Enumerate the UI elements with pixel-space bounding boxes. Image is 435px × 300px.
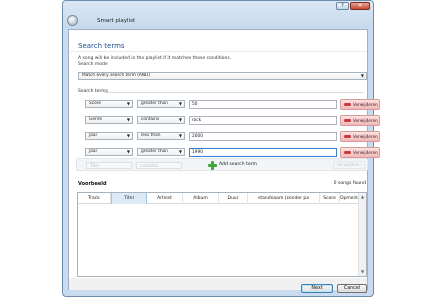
remove-label: Verwijderen — [353, 134, 378, 139]
search-mode-value: Match every search term (AND) — [82, 73, 151, 78]
placeholder-remove-button: Verwijderen — [333, 161, 365, 169]
field-value: Jaar — [89, 149, 98, 154]
dialog-content: Search terms A song will be included in … — [68, 29, 380, 293]
divider — [69, 51, 367, 52]
operator-value: contains — [141, 117, 160, 122]
songs-found-count: 0 songs found — [333, 181, 366, 186]
minus-icon — [344, 119, 351, 122]
field-value: Score — [89, 101, 102, 106]
column-header[interactable]: Duur — [219, 193, 248, 204]
chevron-down-icon: ▼ — [360, 73, 364, 78]
preview-label: Voorbeeld — [78, 181, 107, 187]
operator-dropdown[interactable]: greater than ▼ — [137, 148, 185, 156]
scroll-up-icon[interactable]: ▲ — [359, 193, 366, 201]
operator-dropdown[interactable]: greater than ▼ — [137, 100, 185, 108]
grid-header: Track Titel Artiest Album Duur standnaam… — [78, 193, 366, 204]
column-header[interactable]: Opmerking — [340, 193, 358, 204]
remove-term-button[interactable]: Verwijderen — [340, 147, 380, 158]
search-mode-dropdown[interactable]: Match every search term (AND) ▼ — [78, 72, 367, 80]
placeholder-operator-dropdown: contains — [136, 162, 182, 169]
field-value: Genre — [89, 117, 103, 122]
plus-icon — [208, 161, 217, 170]
minus-icon — [344, 103, 351, 106]
placeholder-field-dropdown: Titel — [86, 162, 132, 169]
field-dropdown[interactable]: Score ▼ — [85, 100, 133, 108]
header-area: Search terms A song will be included in … — [69, 30, 367, 72]
divider — [104, 92, 364, 93]
vertical-scrollbar[interactable]: ▲ ▼ — [358, 193, 366, 276]
chevron-down-icon: ▼ — [178, 101, 182, 106]
value-input[interactable]: 1990 — [189, 148, 337, 157]
search-term-row: Jaar ▼ less than ▼ 2000 Verwijderen — [78, 130, 380, 142]
column-header[interactable]: Score — [320, 193, 340, 204]
search-term-row: Genre ▼ contains ▼ rock Verwijderen — [78, 114, 380, 126]
new-term-row: Titel contains Add search term Verwijder… — [76, 158, 368, 171]
search-mode-label: Search mode — [78, 62, 108, 67]
section-title: Search terms — [78, 42, 125, 50]
remove-term-button[interactable]: Verwijderen — [340, 131, 380, 142]
remove-term-button[interactable]: Verwijderen — [340, 99, 380, 110]
add-search-term-label: Add search term — [219, 162, 257, 167]
minus-icon — [344, 151, 351, 154]
operator-dropdown[interactable]: contains ▼ — [137, 116, 185, 124]
column-header[interactable]: standnaam (zonder pa — [248, 193, 320, 204]
remove-term-button[interactable]: Verwijderen — [340, 115, 380, 126]
cancel-button[interactable]: Cancel — [337, 284, 367, 293]
search-term-row: Score ▼ greater than ▼ 50 Verwijderen — [78, 98, 380, 110]
footer-bar: Next Cancel — [69, 278, 367, 293]
chevron-down-icon: ▼ — [178, 149, 182, 154]
value-input[interactable]: 50 — [189, 100, 337, 109]
operator-value: less than — [141, 133, 161, 138]
app-icon — [67, 15, 78, 26]
close-button[interactable]: ✕ — [350, 2, 370, 10]
remove-label: Verwijderen — [353, 118, 378, 123]
remove-label: Verwijderen — [353, 150, 378, 155]
remove-label: Verwijderen — [353, 102, 378, 107]
title-bar[interactable]: Smart playlist ? ✕ — [63, 1, 373, 28]
search-term-row: Jaar ▼ greater than ▼ 1990 Verwijderen — [78, 146, 380, 158]
field-dropdown[interactable]: Jaar ▼ — [85, 132, 133, 140]
minus-icon — [344, 135, 351, 138]
chevron-down-icon: ▼ — [126, 133, 130, 138]
column-header[interactable]: Titel — [111, 193, 147, 204]
preview-grid[interactable]: Track Titel Artiest Album Duur standnaam… — [77, 192, 367, 277]
chevron-down-icon: ▼ — [178, 117, 182, 122]
field-dropdown[interactable]: Jaar ▼ — [85, 148, 133, 156]
operator-value: greater than — [141, 149, 168, 154]
value-input[interactable]: 2000 — [189, 132, 337, 141]
field-dropdown[interactable]: Genre ▼ — [85, 116, 133, 124]
next-button[interactable]: Next — [301, 284, 333, 293]
chevron-down-icon: ▼ — [126, 117, 130, 122]
chevron-down-icon: ▼ — [126, 149, 130, 154]
add-search-term-button[interactable]: Add search term — [208, 160, 257, 170]
hint-text: A song will be included in the playlist … — [78, 56, 232, 61]
chevron-down-icon: ▼ — [126, 101, 130, 106]
chevron-down-icon: ▼ — [178, 133, 182, 138]
operator-dropdown[interactable]: less than ▼ — [137, 132, 185, 140]
help-button[interactable]: ? — [336, 2, 349, 10]
smart-playlist-window: Smart playlist ? ✕ Search terms A song w… — [62, 0, 380, 297]
value-input[interactable]: rock — [189, 116, 337, 125]
scroll-down-icon[interactable]: ▼ — [359, 268, 366, 276]
column-header[interactable]: Artiest — [147, 193, 183, 204]
column-header[interactable]: Album — [183, 193, 219, 204]
field-value: Jaar — [89, 133, 98, 138]
window-title: Smart playlist — [97, 18, 136, 24]
column-header[interactable]: Track — [78, 193, 111, 204]
operator-value: greater than — [141, 101, 168, 106]
